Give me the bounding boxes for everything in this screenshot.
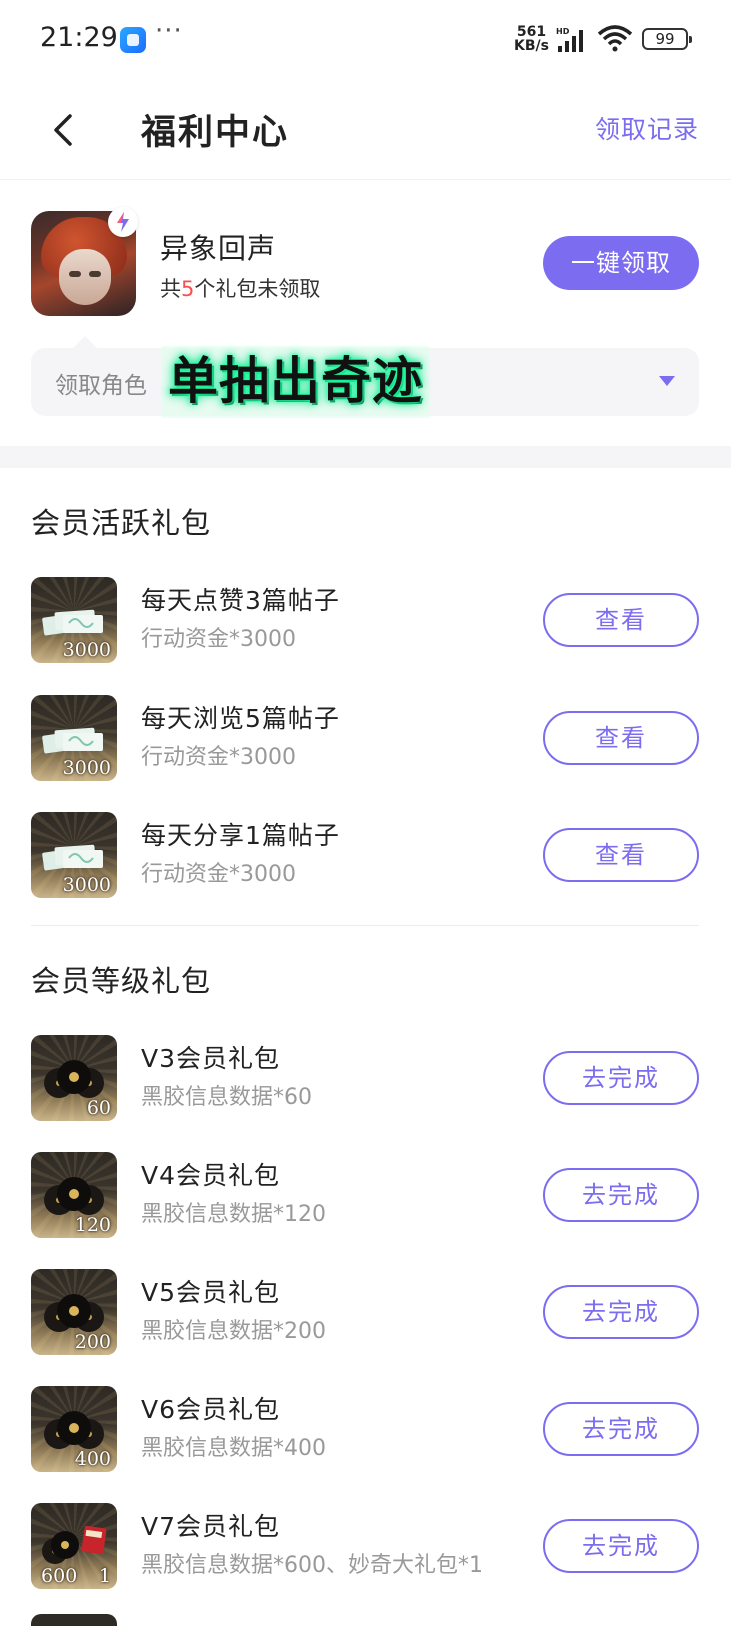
- cellular-signal-icon: HD: [556, 27, 583, 52]
- gift-title: 每天浏览5篇帖子: [141, 704, 340, 733]
- back-icon[interactable]: [44, 110, 84, 150]
- svg-text:HD: HD: [556, 27, 570, 36]
- gift-title: 每天分享1篇帖子: [141, 821, 340, 850]
- vinyl-record-thumbnail: 60: [31, 1035, 117, 1121]
- gift-reward: 行动资金*3000: [141, 862, 296, 887]
- vinyl-record-thumbnail: 120: [31, 1152, 117, 1238]
- wifi-icon: [597, 25, 633, 52]
- gift-reward: 行动资金*3000: [141, 745, 296, 770]
- gift-row: 120 V4会员礼包 黑胶信息数据*120 去完成: [0, 1140, 731, 1250]
- level-gift-section-title: 会员等级礼包: [31, 964, 212, 998]
- page-header: 福利中心 领取记录: [0, 80, 731, 180]
- unclaimed-summary: 共5个礼包未领取: [160, 273, 320, 303]
- gift-reward: 黑胶信息数据*400: [141, 1436, 326, 1461]
- unclaimed-count: 5: [181, 277, 195, 301]
- status-bar: 21:29 ··· 561 KB/s HD 99: [0, 0, 731, 80]
- gift-reward: 黑胶信息数据*200: [141, 1319, 326, 1344]
- gift-reward: 黑胶信息数据*600、妙奇大礼包*1: [141, 1553, 483, 1578]
- thumbnail-amount: 3000: [62, 874, 111, 896]
- gift-row: 200 V5会员礼包 黑胶信息数据*200 去完成: [0, 1257, 731, 1367]
- thumbnail-amount: 600: [41, 1565, 78, 1587]
- thumbnail-amount: 120: [74, 1214, 111, 1236]
- fund-ticket-thumbnail: 3000: [31, 695, 117, 781]
- thumbnail-amount-secondary: 1: [98, 1565, 111, 1587]
- vinyl-record-thumbnail: 200: [31, 1269, 117, 1355]
- thumbnail-amount: 60: [86, 1097, 111, 1119]
- lightning-badge-icon: [108, 207, 138, 237]
- thumbnail-amount: 200: [74, 1331, 111, 1353]
- view-button[interactable]: 查看: [543, 593, 699, 647]
- fund-ticket-thumbnail: 3000: [31, 812, 117, 898]
- gift-row: 3000 每天点赞3篇帖子 行动资金*3000 查看: [0, 565, 731, 675]
- thumbnail-amount: 400: [74, 1448, 111, 1470]
- go-complete-button[interactable]: 去完成: [543, 1285, 699, 1339]
- gift-title: V3会员礼包: [141, 1044, 281, 1073]
- vinyl-record-thumbnail: 400: [31, 1386, 117, 1472]
- game-card: 异象回声 共5个礼包未领取 一键领取 领取角色 单抽出奇迹: [0, 181, 731, 446]
- claim-record-link[interactable]: 领取记录: [595, 110, 699, 146]
- role-select-label: 领取角色: [55, 373, 147, 399]
- next-gift-thumbnail-partial: [31, 1614, 117, 1626]
- status-time: 21:29: [40, 22, 118, 53]
- game-name: 异象回声: [160, 232, 277, 265]
- gift-row: 600 1 V7会员礼包 黑胶信息数据*600、妙奇大礼包*1 去完成: [0, 1491, 731, 1601]
- fund-ticket-thumbnail: 3000: [31, 577, 117, 663]
- go-complete-button[interactable]: 去完成: [543, 1051, 699, 1105]
- go-complete-button[interactable]: 去完成: [543, 1519, 699, 1573]
- network-speed-value: 561: [516, 24, 547, 40]
- unclaimed-prefix: 共: [160, 277, 181, 301]
- thumbnail-amount: 3000: [62, 757, 111, 779]
- role-select-value: 单抽出奇迹: [162, 346, 429, 418]
- gift-title: V6会员礼包: [141, 1395, 281, 1424]
- claim-all-button[interactable]: 一键领取: [543, 236, 699, 290]
- role-select[interactable]: 领取角色 单抽出奇迹: [31, 336, 699, 418]
- gift-title: V7会员礼包: [141, 1512, 281, 1541]
- gift-reward: 黑胶信息数据*120: [141, 1202, 326, 1227]
- network-speed-unit: KB/s: [514, 38, 549, 54]
- unclaimed-suffix: 个礼包未领取: [194, 277, 321, 301]
- app-notification-icon: [120, 27, 146, 53]
- gift-title: V4会员礼包: [141, 1161, 281, 1190]
- gift-row: 60 V3会员礼包 黑胶信息数据*60 去完成: [0, 1023, 731, 1133]
- vinyl-record-and-gift-thumbnail: 600 1: [31, 1503, 117, 1589]
- go-complete-button[interactable]: 去完成: [543, 1168, 699, 1222]
- gift-title: 每天点赞3篇帖子: [141, 586, 340, 615]
- gift-title: V5会员礼包: [141, 1278, 281, 1307]
- view-button[interactable]: 查看: [543, 711, 699, 765]
- thumbnail-amount: 3000: [62, 639, 111, 661]
- view-button[interactable]: 查看: [543, 828, 699, 882]
- battery-level: 99: [655, 30, 675, 48]
- gift-row: 3000 每天浏览5篇帖子 行动资金*3000 查看: [0, 683, 731, 793]
- dropdown-arrow-icon: [659, 376, 675, 386]
- battery-icon: 99: [642, 28, 692, 50]
- section-divider: [31, 925, 699, 926]
- go-complete-button[interactable]: 去完成: [543, 1402, 699, 1456]
- section-divider: [0, 446, 731, 468]
- network-speed: 561 KB/s: [514, 25, 549, 53]
- gift-reward: 行动资金*3000: [141, 627, 296, 652]
- gift-reward: 黑胶信息数据*60: [141, 1085, 312, 1110]
- gift-row: 3000 每天分享1篇帖子 行动资金*3000 查看: [0, 800, 731, 910]
- active-gift-section-title: 会员活跃礼包: [31, 506, 212, 540]
- more-notifications-icon: ···: [155, 16, 183, 46]
- gift-row: 400 V6会员礼包 黑胶信息数据*400 去完成: [0, 1374, 731, 1484]
- page-title: 福利中心: [141, 113, 290, 153]
